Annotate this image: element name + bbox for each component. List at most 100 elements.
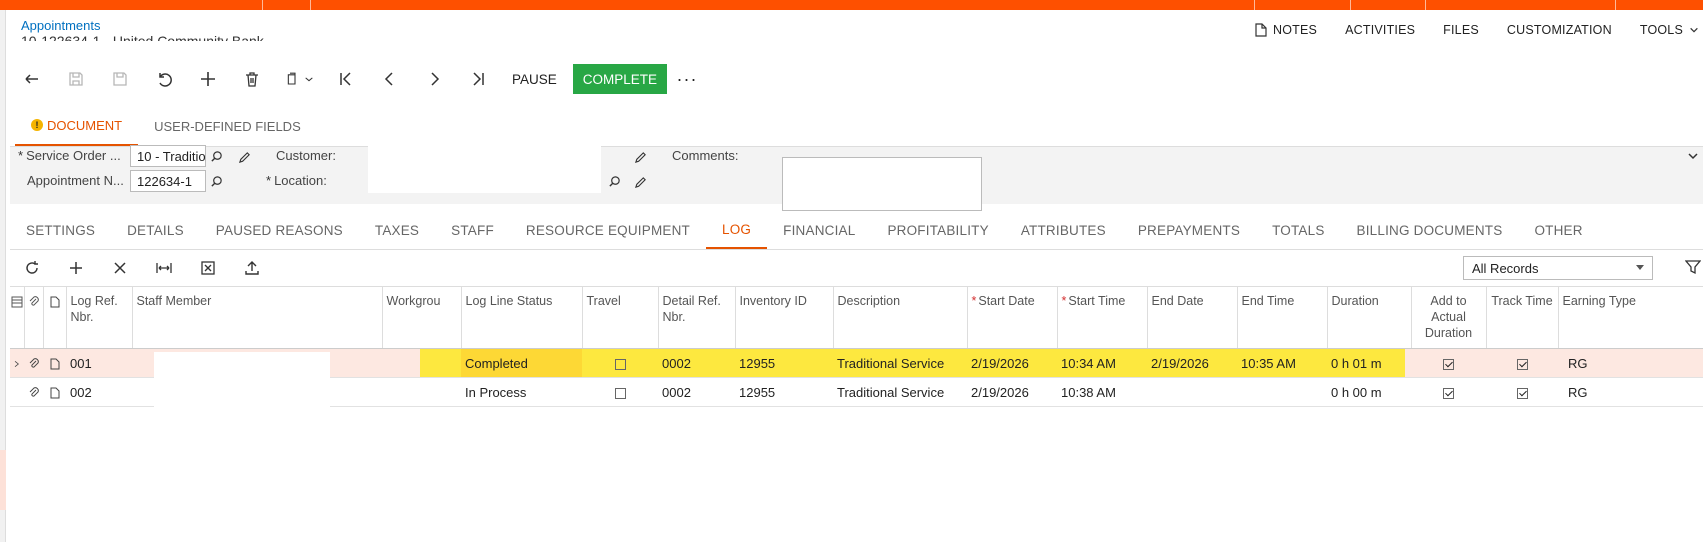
cell-detail-ref[interactable]: 0002 (658, 348, 735, 378)
header-end-time[interactable]: End Time (1237, 286, 1328, 349)
location-edit-button[interactable] (632, 174, 648, 190)
files-button[interactable]: FILES (1429, 23, 1493, 37)
cell-log-line-status[interactable]: Completed (461, 348, 582, 378)
filter-icon[interactable] (1685, 259, 1701, 275)
delete-row-button[interactable] (98, 253, 142, 283)
header-detail-ref[interactable]: Detail Ref. Nbr. (658, 286, 736, 349)
refresh-button[interactable] (10, 253, 54, 283)
cell-workgroup[interactable] (382, 377, 461, 407)
appointment-lookup-button[interactable] (206, 170, 226, 192)
header-start-date[interactable]: * Start Date (967, 286, 1058, 349)
more-actions-button[interactable]: ··· (667, 64, 707, 94)
tab-attributes[interactable]: ATTRIBUTES (1005, 212, 1122, 249)
first-record-button[interactable] (324, 60, 368, 98)
tab-user-defined-fields[interactable]: USER-DEFINED FIELDS (138, 106, 317, 146)
copy-paste-button[interactable] (274, 60, 324, 98)
back-button[interactable] (10, 60, 54, 98)
undo-button[interactable] (142, 60, 186, 98)
tab-totals[interactable]: TOTALS (1256, 212, 1340, 249)
tab-financial[interactable]: FINANCIAL (767, 212, 871, 249)
track-time-checkbox[interactable] (1516, 358, 1528, 370)
cell-end-time[interactable] (1237, 377, 1327, 407)
cell-start-time[interactable]: 10:38 AM (1057, 377, 1147, 407)
header-start-time[interactable]: * Start Time (1057, 286, 1148, 349)
tools-button[interactable]: TOOLS (1626, 23, 1703, 37)
header-track-time[interactable]: Track Time (1486, 286, 1559, 349)
pause-button[interactable]: PAUSE (500, 64, 569, 94)
export-excel-button[interactable] (186, 253, 230, 283)
notes-button[interactable]: NOTES (1241, 23, 1331, 37)
cell-earning-type[interactable]: RG (1558, 348, 1703, 378)
tab-staff[interactable]: STAFF (435, 212, 510, 249)
tab-resource-equipment[interactable]: RESOURCE EQUIPMENT (510, 212, 706, 249)
cell-inventory-id[interactable]: 12955 (735, 348, 833, 378)
comments-input[interactable] (782, 157, 982, 211)
tab-taxes[interactable]: TAXES (359, 212, 435, 249)
service-order-edit-button[interactable] (236, 149, 252, 165)
service-order-lookup-button[interactable] (206, 145, 226, 167)
customization-button[interactable]: CUSTOMIZATION (1493, 23, 1626, 37)
track-time-checkbox[interactable] (1516, 387, 1528, 399)
upload-button[interactable] (230, 253, 274, 283)
location-input[interactable] (368, 167, 601, 193)
cell-travel[interactable] (582, 348, 658, 378)
cell-start-date[interactable]: 2/19/2026 (967, 377, 1057, 407)
add-button[interactable] (186, 60, 230, 98)
column-selector-header[interactable] (10, 286, 25, 349)
tab-billing-documents[interactable]: BILLING DOCUMENTS (1341, 212, 1519, 249)
last-record-button[interactable] (456, 60, 500, 98)
header-duration[interactable]: Duration (1327, 286, 1412, 349)
add-row-button[interactable] (54, 253, 98, 283)
add-actual-checkbox[interactable] (1443, 387, 1454, 399)
row-expand-cell[interactable] (10, 377, 24, 407)
cell-start-time[interactable]: 10:34 AM (1057, 348, 1147, 378)
cell-track-time[interactable] (1486, 377, 1558, 407)
tab-log[interactable]: LOG (706, 212, 768, 249)
header-inventory-id[interactable]: Inventory ID (735, 286, 834, 349)
tab-profitability[interactable]: PROFITABILITY (871, 212, 1004, 249)
travel-checkbox[interactable] (614, 387, 626, 399)
fit-columns-button[interactable] (142, 253, 186, 283)
cell-add-to-actual-duration[interactable] (1411, 377, 1486, 407)
delete-button[interactable] (230, 60, 274, 98)
cell-add-to-actual-duration[interactable] (1411, 348, 1486, 378)
save-close-button[interactable] (54, 60, 98, 98)
header-earning-type[interactable]: Earning Type (1558, 286, 1703, 349)
appointment-input[interactable]: 122634-1 (130, 170, 206, 192)
cell-earning-type[interactable]: RG (1558, 377, 1703, 407)
cell-end-time[interactable]: 10:35 AM (1237, 348, 1327, 378)
cell-description[interactable]: Traditional Service (833, 348, 967, 378)
cell-inventory-id[interactable]: 12955 (735, 377, 833, 407)
cell-log-ref[interactable]: 002 (66, 377, 132, 407)
cell-end-date[interactable]: 2/19/2026 (1147, 348, 1237, 378)
row-notes-cell[interactable] (43, 348, 66, 378)
activities-button[interactable]: ACTIVITIES (1331, 23, 1429, 37)
cell-workgroup[interactable] (382, 348, 461, 378)
header-end-date[interactable]: End Date (1147, 286, 1238, 349)
cell-duration[interactable]: 0 h 01 m (1327, 348, 1411, 378)
previous-record-button[interactable] (368, 60, 412, 98)
next-record-button[interactable] (412, 60, 456, 98)
travel-checkbox[interactable] (614, 358, 626, 370)
tab-other[interactable]: OTHER (1518, 212, 1598, 249)
header-add-to-actual-duration[interactable]: Add to Actual Duration (1411, 286, 1487, 349)
location-lookup-button[interactable] (604, 170, 624, 192)
header-log-ref[interactable]: Log Ref. Nbr. (66, 286, 133, 349)
add-actual-checkbox[interactable] (1443, 358, 1454, 370)
cell-detail-ref[interactable]: 0002 (658, 377, 735, 407)
cell-start-date[interactable]: 2/19/2026 (967, 348, 1057, 378)
cell-track-time[interactable] (1486, 348, 1558, 378)
header-staff-member[interactable]: Staff Member (132, 286, 383, 349)
cell-log-ref[interactable]: 001 (66, 348, 132, 378)
customer-edit-button[interactable] (632, 149, 648, 165)
tab-document[interactable]: ! DOCUMENT (15, 106, 139, 146)
collapse-chevron-icon[interactable] (1687, 151, 1699, 161)
header-workgroup[interactable]: Workgrou (382, 286, 462, 349)
tab-prepayments[interactable]: PREPAYMENTS (1122, 212, 1256, 249)
save-button[interactable] (98, 60, 142, 98)
header-log-line-status[interactable]: Log Line Status (461, 286, 583, 349)
cell-end-date[interactable] (1147, 377, 1237, 407)
cell-log-line-status[interactable]: In Process (461, 377, 582, 407)
tab-paused-reasons[interactable]: PAUSED REASONS (200, 212, 359, 249)
row-notes-cell[interactable] (43, 377, 66, 407)
